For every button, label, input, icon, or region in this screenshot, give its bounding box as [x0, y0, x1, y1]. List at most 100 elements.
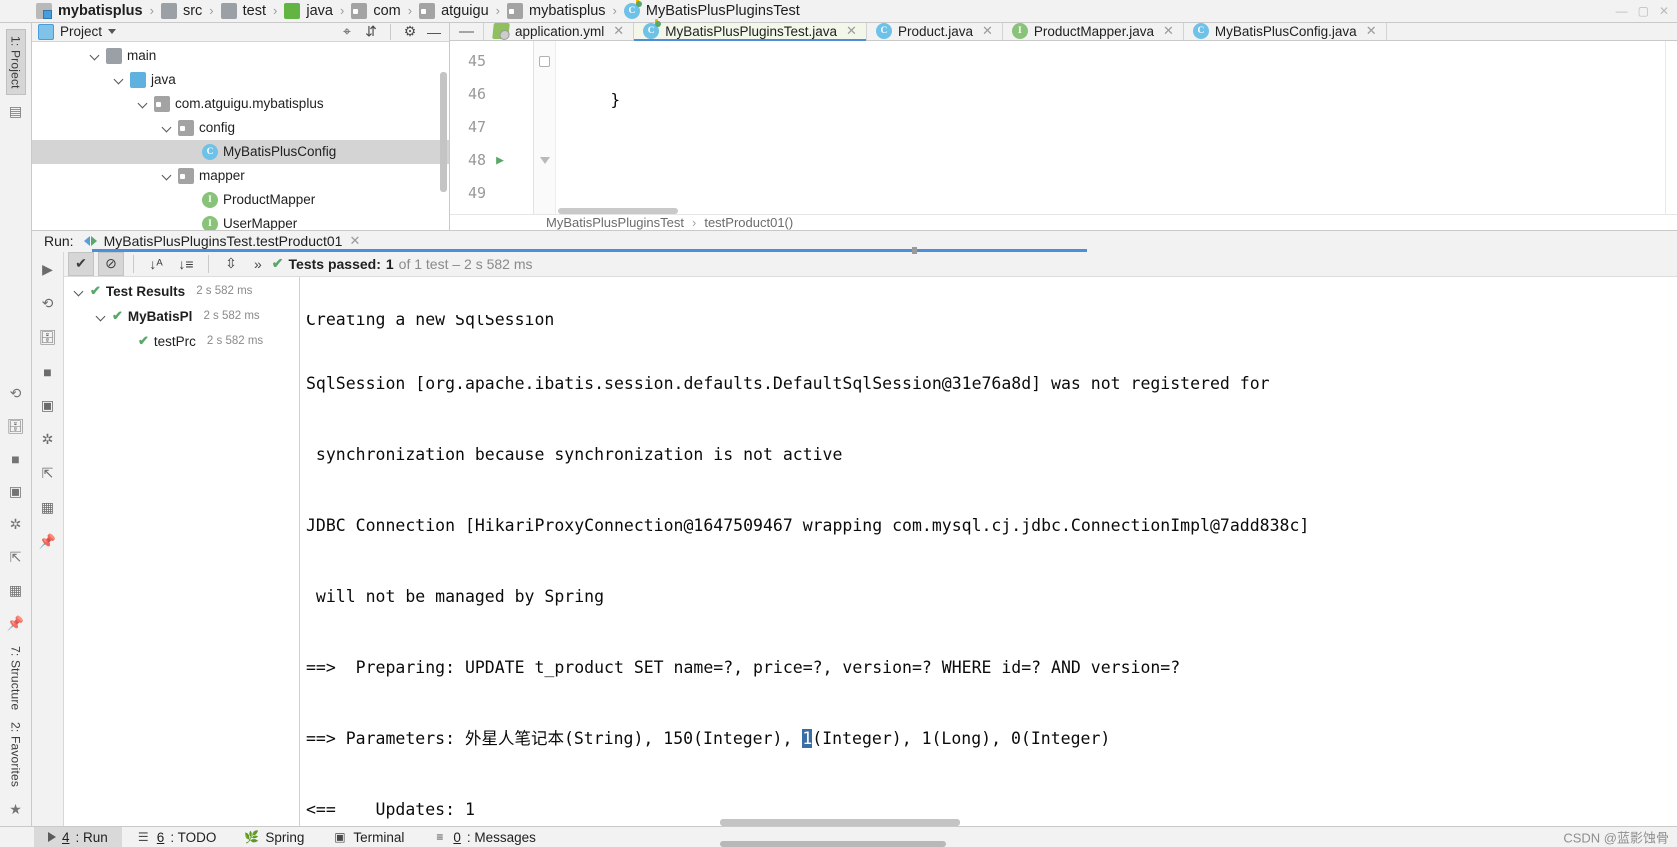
tree-item-java[interactable]: java	[32, 68, 449, 92]
tree-item-main[interactable]: main	[32, 44, 449, 68]
tree-item-com-atguigu-mybatisplus[interactable]: com.atguigu.mybatisplus	[32, 92, 449, 116]
sort-alphabetically-icon[interactable]: ↓ᴬ	[143, 252, 169, 276]
breadcrumb-item-java[interactable]: java	[282, 0, 335, 22]
tab-productmapper-java[interactable]: I ProductMapper.java ✕	[1003, 22, 1184, 40]
chevron-down-icon[interactable]	[90, 50, 101, 61]
debug-icon[interactable]: ⟲	[6, 385, 26, 402]
rerun-green-icon[interactable]: ▶	[38, 260, 58, 280]
fold-start-icon[interactable]	[539, 156, 550, 164]
locate-icon[interactable]: ⌖	[338, 23, 356, 41]
export-icon[interactable]: ⇱	[38, 464, 58, 484]
console-selection[interactable]: 1	[802, 728, 813, 748]
stop-icon[interactable]: ■	[6, 451, 26, 467]
editor-code-text[interactable]: } @Test public void testProduct01(){ //小…	[556, 41, 1665, 214]
window-horizontal-scrollbar[interactable]	[720, 841, 946, 847]
more-options-icon[interactable]: »	[248, 256, 268, 272]
tree-item-mybatisplusconfig[interactable]: C MyBatisPlusConfig	[32, 139, 449, 164]
breadcrumb-item-atguigu[interactable]: atguigu	[417, 0, 491, 22]
breadcrumb-item-com[interactable]: com	[349, 0, 402, 22]
tab-label: MyBatisPlusPluginsTest.java	[665, 23, 838, 39]
breadcrumb-item-src[interactable]: src	[159, 0, 204, 22]
tree-item-usermapper[interactable]: I UserMapper	[32, 212, 449, 230]
expand-all-icon[interactable]: ⇳	[218, 252, 244, 276]
thread-dump-icon[interactable]: ✲	[38, 430, 58, 450]
tree-item-productmapper[interactable]: I ProductMapper	[32, 188, 449, 212]
tab-application-yml[interactable]: application.yml ✕	[484, 22, 635, 40]
tab-mybatisplusconfig-java[interactable]: C MyBatisPlusConfig.java ✕	[1184, 22, 1387, 40]
editor-breadcrumb-method[interactable]: testProduct01()	[704, 215, 793, 230]
close-icon[interactable]: ✕	[846, 23, 857, 39]
database-icon[interactable]: 🗄	[6, 418, 26, 435]
star-icon[interactable]: ★	[6, 801, 26, 818]
close-icon[interactable]: ✕	[1659, 4, 1669, 18]
editor-marker-bar[interactable]	[1665, 40, 1677, 214]
minimize-icon[interactable]: —	[1616, 4, 1628, 18]
chevron-down-icon[interactable]	[74, 286, 85, 297]
tree-item-config[interactable]: config	[32, 116, 449, 140]
code-editor[interactable]: 45 46 47 48▶ 49 50 51 52	[450, 40, 1677, 214]
test-tree-item-method[interactable]: ✔ testPrc 2 s 582 ms	[64, 329, 299, 354]
chevron-down-icon[interactable]	[108, 29, 117, 35]
close-icon[interactable]: ✕	[613, 23, 624, 39]
pin-icon[interactable]: 📌	[6, 615, 26, 632]
chevron-down-icon[interactable]	[138, 98, 149, 109]
pin-icon[interactable]: 📌	[38, 532, 58, 552]
status-item-spring[interactable]: 🌿 Spring	[230, 827, 318, 847]
breadcrumb-item-mybatisplus-pkg[interactable]: mybatisplus	[505, 0, 608, 22]
project-tree-scrollbar[interactable]	[440, 71, 447, 192]
stop-icon[interactable]: ■	[38, 362, 58, 382]
project-tree[interactable]: main java com.atguigu.mybatisplus config…	[32, 41, 449, 230]
chevron-down-icon[interactable]	[96, 311, 107, 322]
editor-breadcrumb-class[interactable]: MyBatisPlusPluginsTest	[546, 215, 684, 230]
sort-by-duration-icon[interactable]: ↓≡	[173, 252, 199, 276]
layout-icon[interactable]: ▦	[38, 498, 58, 518]
status-item-terminal[interactable]: ▣ Terminal	[318, 827, 418, 847]
database-icon[interactable]: 🗄	[38, 328, 58, 348]
breadcrumb-item-mybatisplus[interactable]: mybatisplus	[34, 0, 145, 22]
close-icon[interactable]: ✕	[1366, 23, 1377, 39]
debug-icon[interactable]: ⟲	[38, 294, 58, 314]
close-icon[interactable]: ✕	[349, 233, 360, 249]
fold-end-icon[interactable]	[539, 55, 550, 67]
editor-horizontal-scrollbar[interactable]	[558, 207, 678, 214]
chevron-down-icon[interactable]	[162, 122, 173, 133]
camera-icon[interactable]: ▣	[6, 483, 26, 500]
status-item-messages[interactable]: ≡ 0: Messages	[418, 827, 550, 847]
status-item-run[interactable]: 4: Run	[34, 827, 122, 847]
tab-mybatisplusppluginstest-java[interactable]: C MyBatisPlusPluginsTest.java ✕	[634, 19, 867, 41]
console-horizontal-scrollbar[interactable]	[720, 819, 960, 827]
camera-icon[interactable]: ▣	[38, 396, 58, 416]
hide-icon[interactable]: —	[425, 23, 443, 41]
editor-fold-column[interactable]	[534, 40, 556, 214]
export-icon[interactable]: ⇱	[6, 549, 26, 566]
chevron-down-icon[interactable]	[114, 74, 125, 85]
run-config-tab[interactable]: MyBatisPlusPluginsTest.testProduct01 ✕	[83, 233, 360, 249]
layout-icon[interactable]: ▦	[6, 582, 26, 599]
close-icon[interactable]: ✕	[1163, 23, 1174, 39]
show-ignored-icon[interactable]: ⊘	[98, 251, 124, 276]
close-icon[interactable]: ✕	[982, 23, 993, 39]
maximize-icon[interactable]: ▢	[1638, 4, 1649, 18]
tree-item-mapper[interactable]: mapper	[32, 164, 449, 188]
chevron-down-icon[interactable]	[162, 170, 173, 181]
tab-product-java[interactable]: C Product.java ✕	[867, 22, 1003, 40]
show-passed-icon[interactable]: ✔	[68, 251, 94, 276]
console-output[interactable]: Creating a new SqlSession SqlSession [or…	[300, 276, 1677, 827]
hide-editor-icon[interactable]: —	[450, 22, 484, 40]
status-item-todo[interactable]: ☰ 6: TODO	[122, 827, 231, 847]
editor-gutter[interactable]: 45 46 47 48▶ 49 50 51 52	[450, 40, 534, 214]
settings-gear-icon[interactable]: ⚙	[401, 23, 419, 41]
run-test-gutter-icon[interactable]: ▶	[490, 144, 510, 177]
test-tree-item-class[interactable]: ✔ MyBatisPl 2 s 582 ms	[64, 304, 299, 329]
breadcrumb-item-class[interactable]: C MyBatisPlusPluginsTest	[622, 0, 802, 22]
sidebar-item-favorites[interactable]: 2: Favorites	[7, 716, 25, 793]
breadcrumb-item-test[interactable]: test	[219, 0, 268, 22]
rerun-icon[interactable]	[83, 236, 97, 247]
sidebar-item-structure[interactable]: 7: Structure	[7, 640, 25, 716]
sidebar-item-project[interactable]: 1: Project	[5, 28, 26, 96]
test-results-tree[interactable]: ✔ Test Results 2 s 582 ms ✔ MyBatisPl 2 …	[0, 276, 300, 847]
collapse-all-icon[interactable]: ⇵	[362, 23, 380, 41]
test-tree-item-results[interactable]: ✔ Test Results 2 s 582 ms	[64, 279, 299, 304]
thread-dump-icon[interactable]: ✲	[6, 516, 26, 533]
bookmark-icon[interactable]: ▤	[6, 103, 26, 120]
